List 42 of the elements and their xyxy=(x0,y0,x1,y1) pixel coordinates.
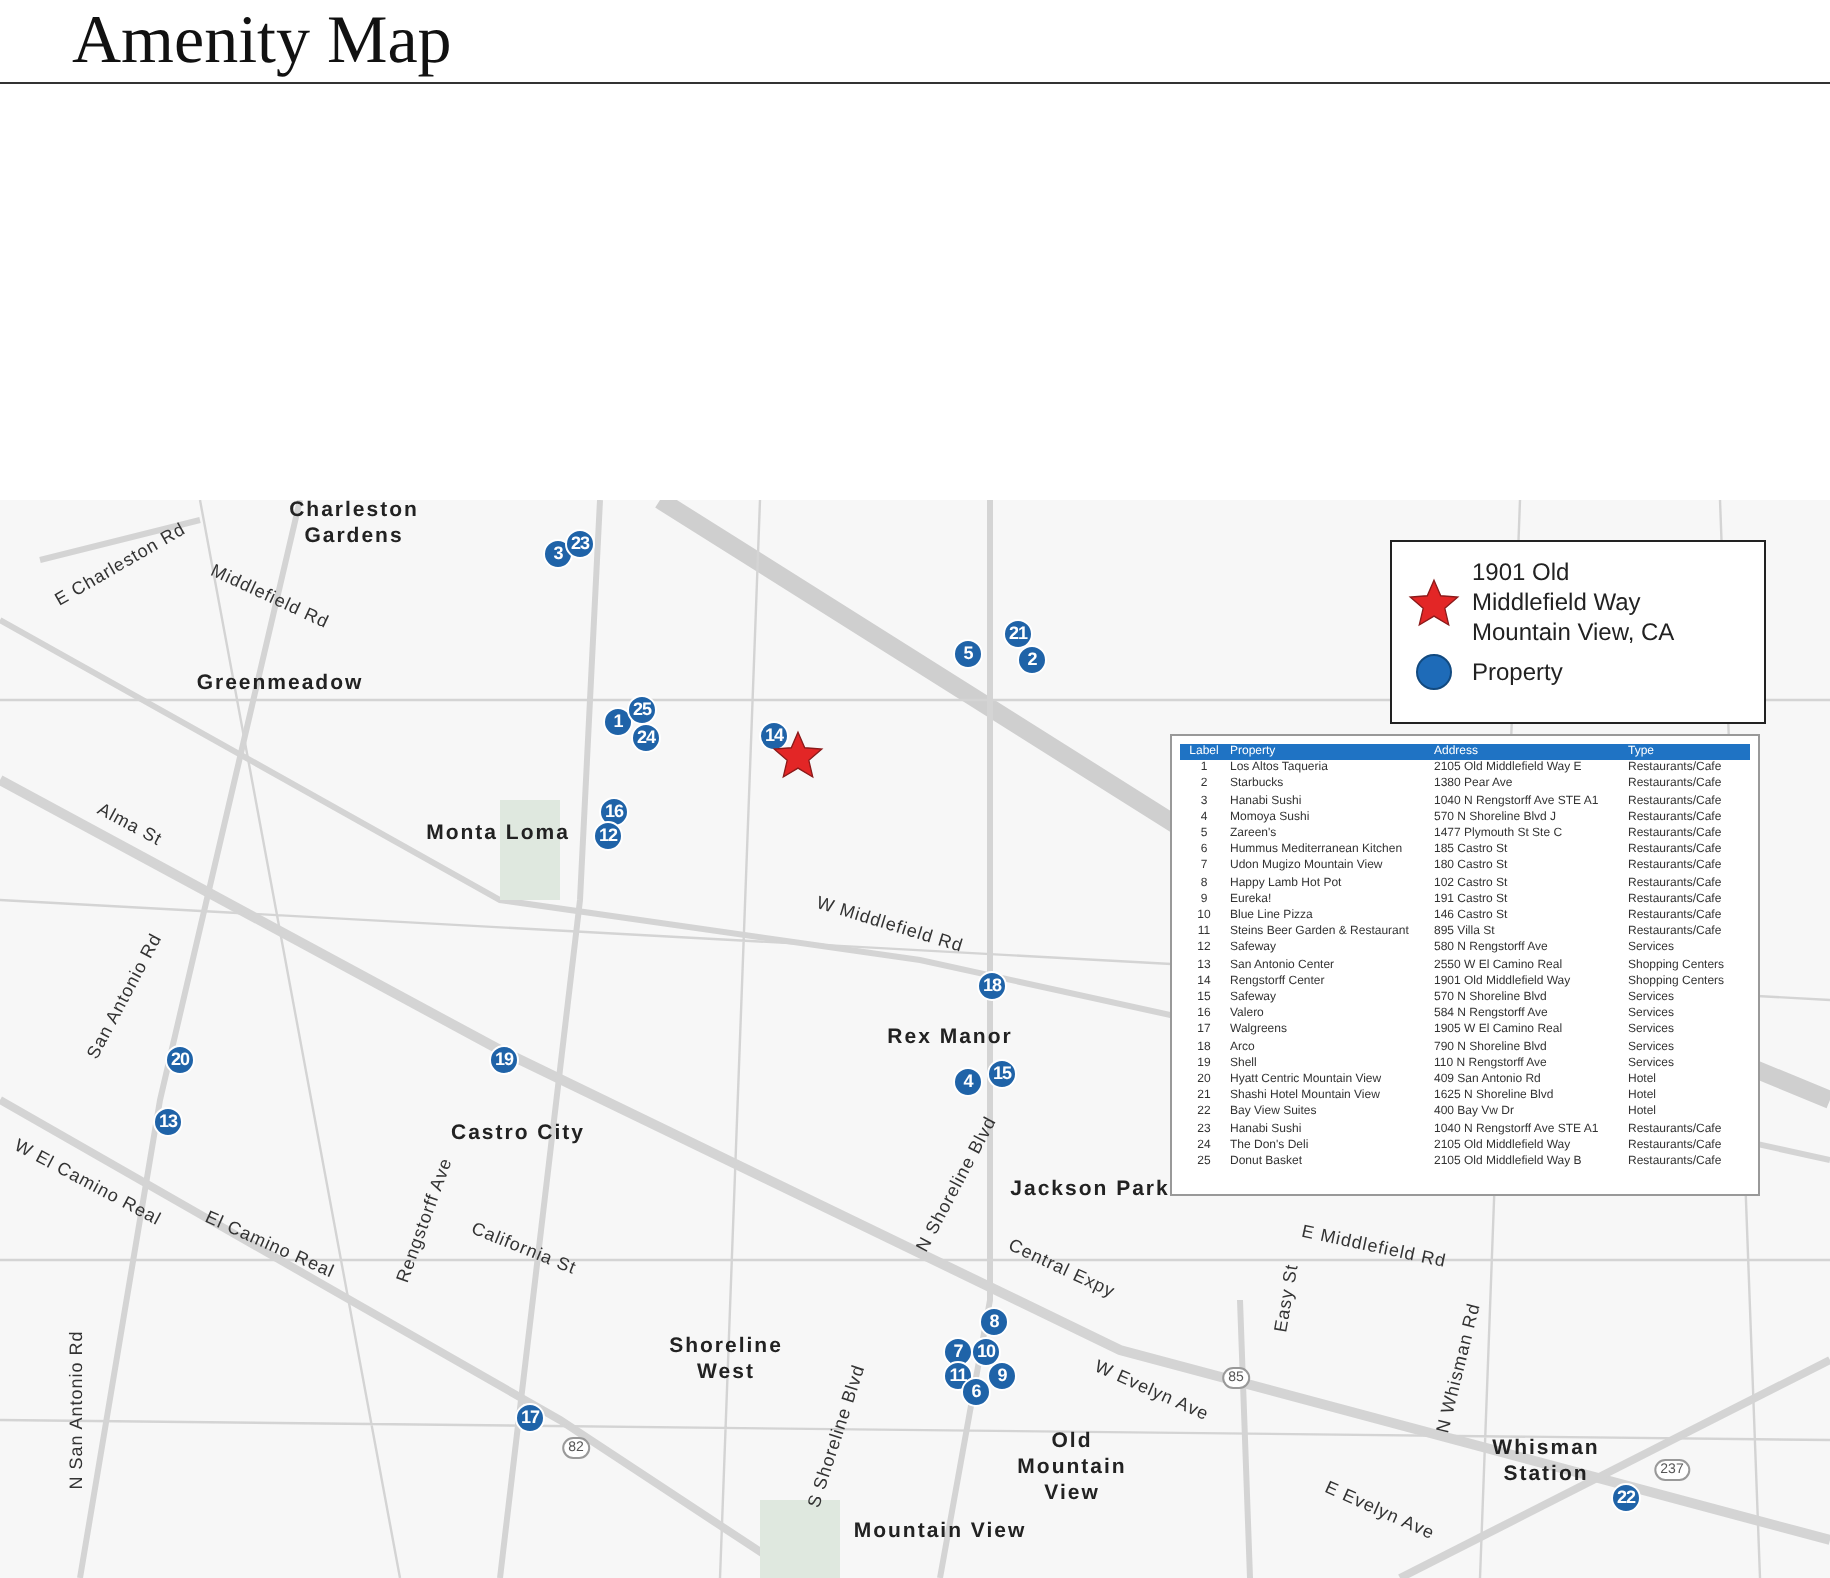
street-label: Alma St xyxy=(94,798,166,850)
map-marker[interactable]: 17 xyxy=(515,1403,545,1433)
map-marker[interactable]: 24 xyxy=(631,723,661,753)
neighborhood-label: Rex Manor xyxy=(887,1025,1013,1051)
neighborhood-label: Monta Loma xyxy=(426,821,570,847)
map-marker[interactable]: 16 xyxy=(599,797,629,827)
map-marker[interactable]: 2 xyxy=(1017,645,1047,675)
map-marker[interactable]: 3 xyxy=(543,539,573,569)
map-marker[interactable]: 22 xyxy=(1611,1483,1641,1513)
neighborhood-label: Castro City xyxy=(451,1121,585,1147)
map-marker[interactable]: 18 xyxy=(977,971,1007,1001)
map-marker[interactable]: 7 xyxy=(943,1337,973,1367)
map-marker[interactable]: 8 xyxy=(979,1307,1009,1337)
map-marker[interactable]: 1 xyxy=(603,707,633,737)
page-title: Amenity Map xyxy=(0,0,1830,84)
legend-label: Property xyxy=(1472,657,1563,687)
map-marker[interactable]: 4 xyxy=(953,1067,983,1097)
star-icon xyxy=(1408,577,1460,629)
map-marker[interactable]: 20 xyxy=(165,1045,195,1075)
map-marker[interactable]: 19 xyxy=(489,1045,519,1075)
neighborhood-label: Jackson Park xyxy=(1010,1177,1170,1203)
neighborhood-label: Whisman Station xyxy=(1490,1436,1602,1488)
neighborhood-label: Charleston Gardens xyxy=(287,500,421,550)
map-marker[interactable]: 5 xyxy=(953,639,983,669)
neighborhood-label: Mountain View xyxy=(853,1519,1027,1545)
street-label: Easy St xyxy=(1270,1262,1302,1334)
map-marker[interactable]: 14 xyxy=(759,721,789,751)
map-marker[interactable]: 13 xyxy=(153,1107,183,1137)
map-marker[interactable]: 10 xyxy=(971,1337,1001,1367)
map-marker[interactable]: 12 xyxy=(593,821,623,851)
circle-icon xyxy=(1416,654,1452,690)
map-marker[interactable]: 11 xyxy=(943,1361,973,1391)
map-marker[interactable]: 23 xyxy=(565,529,595,559)
map-marker[interactable]: 15 xyxy=(987,1059,1017,1089)
map-marker[interactable]: 9 xyxy=(987,1361,1017,1391)
neighborhood-label: Shoreline West xyxy=(667,1334,785,1386)
map-marker[interactable]: 25 xyxy=(627,695,657,725)
neighborhood-label: Old Mountain View xyxy=(1015,1429,1129,1507)
map-marker[interactable]: 21 xyxy=(1003,619,1033,649)
street-label: N San Antonio Rd xyxy=(66,1330,86,1490)
neighborhood-label: Greenmeadow xyxy=(196,671,364,697)
legend-label: 1901 Old Middlefield Way Mountain View, CA xyxy=(1472,558,1677,648)
